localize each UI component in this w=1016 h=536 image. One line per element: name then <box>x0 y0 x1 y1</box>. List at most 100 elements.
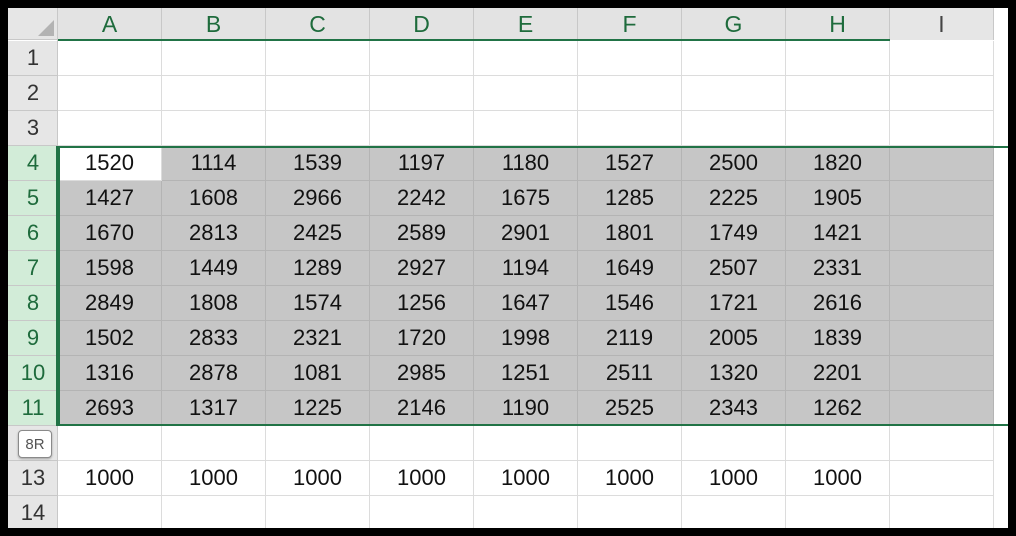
cell-d4[interactable]: 1197 <box>370 146 474 181</box>
row-header-8[interactable]: 8 <box>8 286 58 321</box>
cell-h5[interactable]: 1905 <box>786 181 890 216</box>
cell-g5[interactable]: 2225 <box>682 181 786 216</box>
cell-h6[interactable]: 1421 <box>786 216 890 251</box>
cell-c5[interactable]: 2966 <box>266 181 370 216</box>
cell-h14[interactable] <box>786 496 890 528</box>
cell-e9[interactable]: 1998 <box>474 321 578 356</box>
cell-e12[interactable] <box>474 426 578 461</box>
cell-c9[interactable]: 2321 <box>266 321 370 356</box>
cell-i8[interactable] <box>890 286 994 321</box>
cell-g14[interactable] <box>682 496 786 528</box>
cell-b5[interactable]: 1608 <box>162 181 266 216</box>
cell-e3[interactable] <box>474 111 578 146</box>
cell-a10[interactable]: 1316 <box>58 356 162 391</box>
cell-i12[interactable] <box>890 426 994 461</box>
cell-d5[interactable]: 2242 <box>370 181 474 216</box>
cell-g10[interactable]: 1320 <box>682 356 786 391</box>
cell-f1[interactable] <box>578 41 682 76</box>
cell-a14[interactable] <box>58 496 162 528</box>
row-header-5[interactable]: 5 <box>8 181 58 216</box>
cell-d14[interactable] <box>370 496 474 528</box>
cell-e1[interactable] <box>474 41 578 76</box>
select-all-button[interactable] <box>8 8 58 40</box>
cell-e4[interactable]: 1180 <box>474 146 578 181</box>
cell-i11[interactable] <box>890 391 994 426</box>
column-header-h[interactable]: H <box>786 8 890 40</box>
cell-f3[interactable] <box>578 111 682 146</box>
cell-d11[interactable]: 2146 <box>370 391 474 426</box>
cell-d8[interactable]: 1256 <box>370 286 474 321</box>
cell-e14[interactable] <box>474 496 578 528</box>
cell-c12[interactable] <box>266 426 370 461</box>
row-header-13[interactable]: 13 <box>8 461 58 496</box>
column-header-e[interactable]: E <box>474 8 578 40</box>
cell-e13[interactable]: 1000 <box>474 461 578 496</box>
column-header-g[interactable]: G <box>682 8 786 40</box>
row-header-7[interactable]: 7 <box>8 251 58 286</box>
cell-h2[interactable] <box>786 76 890 111</box>
cell-b10[interactable]: 2878 <box>162 356 266 391</box>
column-header-d[interactable]: D <box>370 8 474 40</box>
cell-b8[interactable]: 1808 <box>162 286 266 321</box>
cell-a7[interactable]: 1598 <box>58 251 162 286</box>
cell-d7[interactable]: 2927 <box>370 251 474 286</box>
row-header-10[interactable]: 10 <box>8 356 58 391</box>
cell-g13[interactable]: 1000 <box>682 461 786 496</box>
cell-d2[interactable] <box>370 76 474 111</box>
cell-c14[interactable] <box>266 496 370 528</box>
cell-f11[interactable]: 2525 <box>578 391 682 426</box>
row-header-1[interactable]: 1 <box>8 41 58 76</box>
cell-h1[interactable] <box>786 41 890 76</box>
cell-b6[interactable]: 2813 <box>162 216 266 251</box>
cell-a2[interactable] <box>58 76 162 111</box>
cell-a11[interactable]: 2693 <box>58 391 162 426</box>
cell-a12[interactable] <box>58 426 162 461</box>
cell-a1[interactable] <box>58 41 162 76</box>
cell-g7[interactable]: 2507 <box>682 251 786 286</box>
column-header-b[interactable]: B <box>162 8 266 40</box>
cell-f4[interactable]: 1527 <box>578 146 682 181</box>
cell-f13[interactable]: 1000 <box>578 461 682 496</box>
cell-f12[interactable] <box>578 426 682 461</box>
cell-d10[interactable]: 2985 <box>370 356 474 391</box>
cell-e10[interactable]: 1251 <box>474 356 578 391</box>
cell-h13[interactable]: 1000 <box>786 461 890 496</box>
row-header-6[interactable]: 6 <box>8 216 58 251</box>
cell-i10[interactable] <box>890 356 994 391</box>
cell-i2[interactable] <box>890 76 994 111</box>
column-header-a[interactable]: A <box>58 8 162 40</box>
cell-c7[interactable]: 1289 <box>266 251 370 286</box>
cell-h11[interactable]: 1262 <box>786 391 890 426</box>
cell-h3[interactable] <box>786 111 890 146</box>
row-header-2[interactable]: 2 <box>8 76 58 111</box>
cell-g8[interactable]: 1721 <box>682 286 786 321</box>
cell-b2[interactable] <box>162 76 266 111</box>
cell-f2[interactable] <box>578 76 682 111</box>
cell-h10[interactable]: 2201 <box>786 356 890 391</box>
cell-e11[interactable]: 1190 <box>474 391 578 426</box>
cell-f14[interactable] <box>578 496 682 528</box>
cell-d1[interactable] <box>370 41 474 76</box>
cell-g6[interactable]: 1749 <box>682 216 786 251</box>
cell-g3[interactable] <box>682 111 786 146</box>
cell-e7[interactable]: 1194 <box>474 251 578 286</box>
cell-c3[interactable] <box>266 111 370 146</box>
cell-b14[interactable] <box>162 496 266 528</box>
cell-g1[interactable] <box>682 41 786 76</box>
row-header-3[interactable]: 3 <box>8 111 58 146</box>
cell-a5[interactable]: 1427 <box>58 181 162 216</box>
cell-h9[interactable]: 1839 <box>786 321 890 356</box>
cell-b11[interactable]: 1317 <box>162 391 266 426</box>
cell-c1[interactable] <box>266 41 370 76</box>
cell-b13[interactable]: 1000 <box>162 461 266 496</box>
cell-a13[interactable]: 1000 <box>58 461 162 496</box>
cell-g2[interactable] <box>682 76 786 111</box>
cell-h12[interactable] <box>786 426 890 461</box>
cell-i4[interactable] <box>890 146 994 181</box>
cell-e5[interactable]: 1675 <box>474 181 578 216</box>
cell-f7[interactable]: 1649 <box>578 251 682 286</box>
cell-i5[interactable] <box>890 181 994 216</box>
cell-i13[interactable] <box>890 461 994 496</box>
cell-i3[interactable] <box>890 111 994 146</box>
cell-g12[interactable] <box>682 426 786 461</box>
